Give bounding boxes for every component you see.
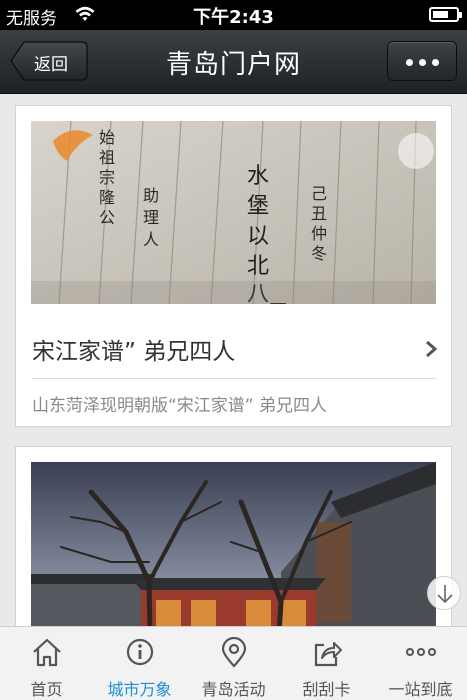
tab-home[interactable]: 首页 [0,627,93,700]
article-card[interactable]: 始 祖 宗 隆 公 助 理 人 水 堡 以 北 八 里 [15,105,452,427]
tab-label: 首页 [30,680,63,699]
document-char: 己 [311,184,327,203]
document-char: 堡 [247,194,269,219]
document-char: 北 [247,254,269,279]
document-char: 祖 [99,148,115,167]
tab-scratch-card[interactable]: 刮刮卡 [280,627,373,700]
document-char: 仲 [311,224,327,243]
share-icon [314,642,342,667]
tab-bar: 首页 城市万象 青岛活动 刮刮卡 一站到底 [0,626,467,700]
tab-label: 一站到底 [388,680,453,699]
tab-label: 青岛活动 [201,680,266,699]
article-image [31,462,436,626]
article-description: 山东菏泽现明朝版“宋江家谱” 弟兄四人 [32,396,328,416]
document-char: 公 [99,208,115,227]
document-char: 助 [143,186,159,205]
article-list: 始 祖 宗 隆 公 助 理 人 水 堡 以 北 八 里 [0,94,467,626]
document-char: 以 [247,224,269,249]
document-char: 宗 [99,168,115,187]
home-icon [33,638,61,667]
arrow-down-icon [437,585,453,604]
scroll-down-button[interactable] [427,576,461,610]
more-dots-icon [406,648,436,656]
status-time: 下午2:43 [193,7,274,28]
document-char: 丑 [311,204,327,223]
document-char: 人 [143,230,159,249]
tab-events[interactable]: 青岛活动 [187,627,280,700]
navigation-bar: 返回 青岛门户网 [0,30,467,94]
more-button[interactable] [387,41,457,81]
info-icon [126,638,154,666]
document-char: 理 [143,208,159,227]
article-card[interactable] [15,446,452,626]
document-char: 冬 [311,244,327,263]
article-image: 始 祖 宗 隆 公 助 理 人 水 堡 以 北 八 里 [31,121,436,304]
document-char: 始 [99,128,115,147]
chevron-right-icon [425,340,438,362]
status-bar: 无服务 下午2:43 [0,0,467,30]
tab-label: 城市万象 [107,680,172,699]
divider [31,378,436,379]
article-title: 宋江家谱” 弟兄四人 [32,339,236,365]
tab-city[interactable]: 城市万象 [93,627,186,700]
tab-challenge[interactable]: 一站到底 [374,627,467,700]
document-char: 隆 [99,188,115,207]
battery-icon [429,7,462,22]
location-pin-icon [221,637,247,668]
more-dots-icon [406,59,413,66]
document-char: 水 [247,164,269,189]
tab-label: 刮刮卡 [302,680,351,699]
